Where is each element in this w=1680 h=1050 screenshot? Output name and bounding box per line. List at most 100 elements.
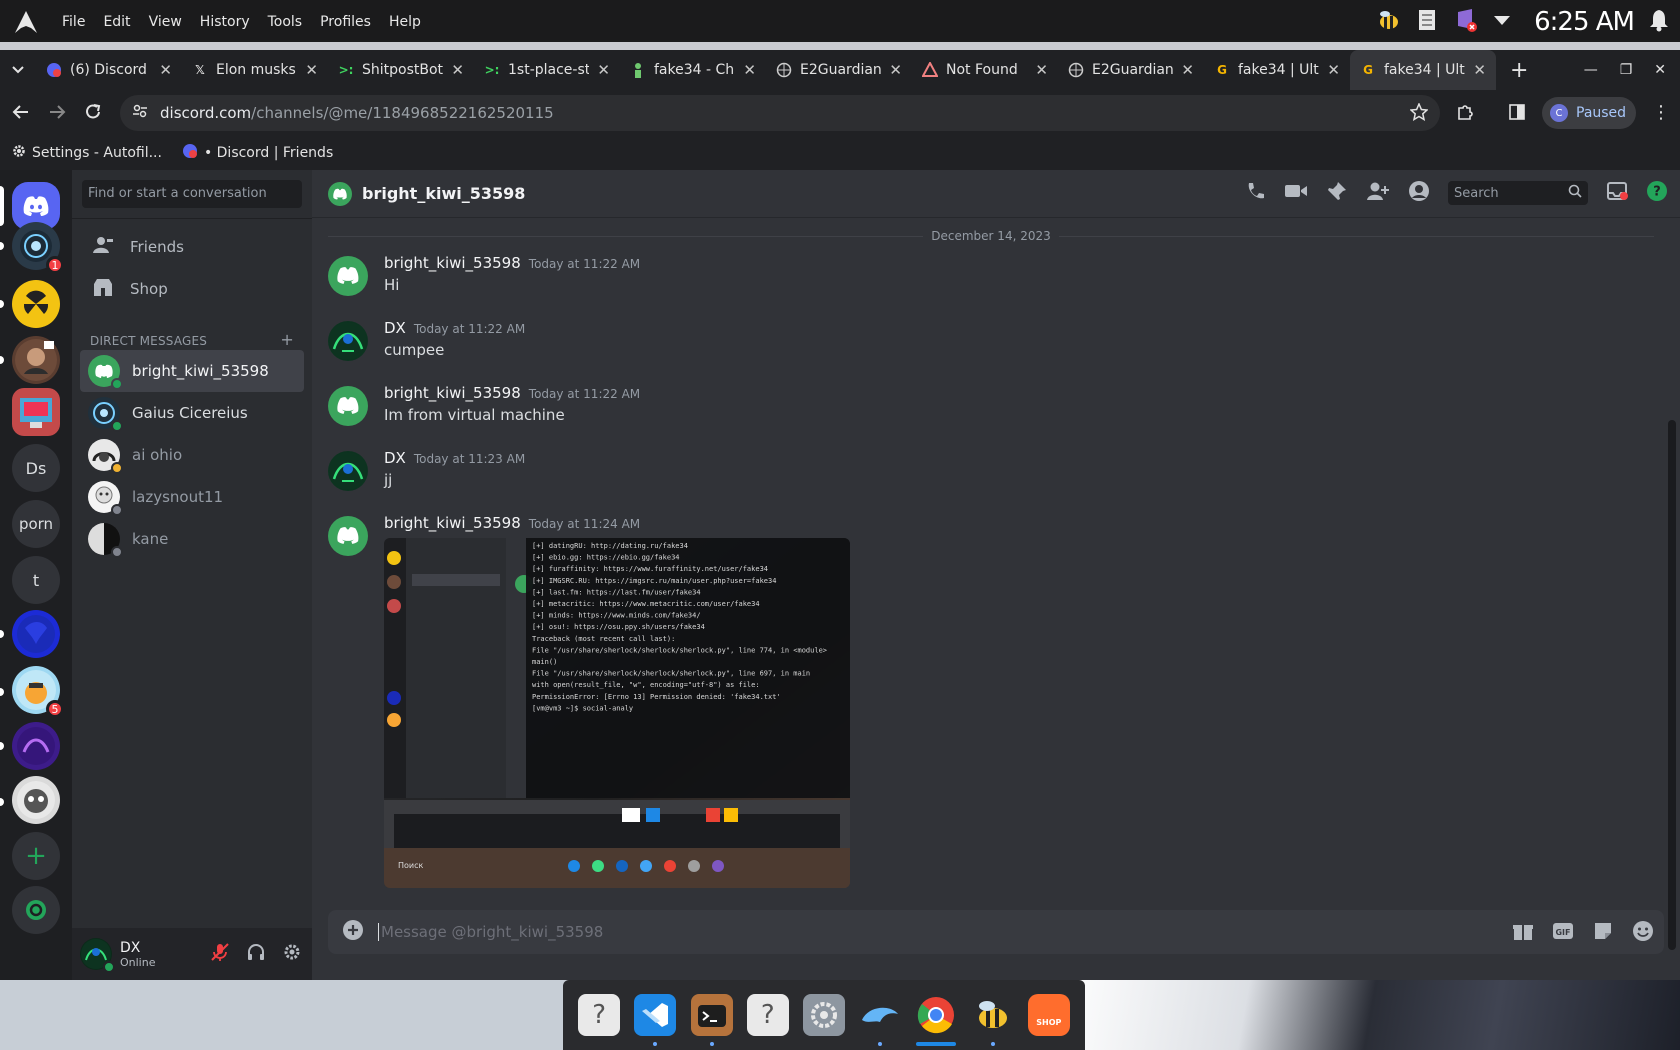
dm-search-input[interactable]: Find or start a conversation bbox=[82, 180, 302, 208]
author-avatar[interactable] bbox=[328, 516, 368, 556]
attach-plus-icon[interactable] bbox=[342, 919, 364, 945]
add-friend-icon[interactable] bbox=[1366, 180, 1390, 206]
server-blue-icon[interactable] bbox=[12, 610, 60, 658]
back-arrow-icon[interactable] bbox=[12, 103, 30, 125]
message-author[interactable]: DX bbox=[384, 319, 406, 337]
image-attachment[interactable]: [+] datingRU: http://dating.ru/fake34 [+]… bbox=[384, 538, 850, 888]
tab-not-found[interactable]: Not Found ✕ bbox=[912, 50, 1058, 90]
pin-icon[interactable] bbox=[1326, 180, 1348, 206]
close-icon[interactable]: ✕ bbox=[1035, 61, 1048, 79]
tab-shitpostbot[interactable]: >: ShitpostBot ✕ bbox=[328, 50, 474, 90]
tab-e2guardian-1[interactable]: E2Guardian ✕ bbox=[766, 50, 912, 90]
profile-chip[interactable]: C Paused bbox=[1542, 97, 1636, 129]
muted-mic-icon[interactable] bbox=[210, 942, 230, 966]
bookmark-discord-friends[interactable]: • Discord | Friends bbox=[182, 143, 333, 163]
shop-app-icon[interactable]: SHOP bbox=[1027, 994, 1070, 1036]
dm-item-kane[interactable]: kane bbox=[80, 518, 304, 560]
notification-bell-icon[interactable] bbox=[1648, 8, 1670, 36]
close-icon[interactable]: ✕ bbox=[1181, 61, 1194, 79]
vscode-icon[interactable] bbox=[634, 994, 677, 1046]
menu-history[interactable]: History bbox=[200, 14, 250, 30]
server-ds[interactable]: Ds bbox=[12, 444, 60, 492]
server-retro-icon[interactable] bbox=[12, 388, 60, 436]
bee-tray-icon[interactable] bbox=[1376, 7, 1402, 37]
tab-fake34-ch[interactable]: fake34 - Ch ✕ bbox=[620, 50, 766, 90]
author-avatar[interactable] bbox=[328, 256, 368, 296]
user-profile-icon[interactable] bbox=[1408, 180, 1430, 206]
message-author[interactable]: bright_kiwi_53598 bbox=[384, 514, 521, 532]
menu-edit[interactable]: Edit bbox=[103, 14, 130, 30]
close-icon[interactable]: ✕ bbox=[1473, 61, 1486, 79]
server-gaius-icon[interactable]: 1 bbox=[12, 222, 64, 274]
server-face-icon[interactable] bbox=[12, 336, 60, 384]
inbox-icon[interactable] bbox=[1606, 180, 1628, 206]
system-settings-icon[interactable] bbox=[802, 994, 845, 1036]
forward-arrow-icon[interactable] bbox=[48, 103, 66, 125]
emoji-icon[interactable] bbox=[1632, 920, 1654, 946]
sticker-icon[interactable] bbox=[1592, 920, 1614, 946]
menu-tools[interactable]: Tools bbox=[268, 14, 303, 30]
author-avatar[interactable] bbox=[328, 451, 368, 491]
menu-file[interactable]: File bbox=[62, 14, 85, 30]
close-icon[interactable]: ✕ bbox=[743, 61, 756, 79]
server-purple-icon[interactable] bbox=[12, 722, 60, 770]
voice-call-icon[interactable] bbox=[1244, 180, 1266, 206]
tab-discord[interactable]: (6) Discord | ✕ bbox=[36, 50, 182, 90]
browser-menu-icon[interactable]: ⋮ bbox=[1652, 102, 1670, 123]
restore-icon[interactable]: ❐ bbox=[1620, 62, 1633, 78]
menu-help[interactable]: Help bbox=[389, 14, 421, 30]
server-porn[interactable]: porn bbox=[12, 500, 60, 548]
unknown-app-icon[interactable]: ? bbox=[578, 994, 621, 1036]
close-icon[interactable]: ✕ bbox=[889, 61, 902, 79]
video-call-icon[interactable] bbox=[1284, 181, 1308, 205]
settings-gear-icon[interactable] bbox=[282, 942, 302, 966]
tab-e2guardian-2[interactable]: E2Guardian ✕ bbox=[1058, 50, 1204, 90]
chat-scrollbar[interactable] bbox=[1668, 420, 1676, 950]
shop-nav[interactable]: Shop bbox=[80, 268, 304, 310]
minimize-icon[interactable]: — bbox=[1584, 62, 1598, 78]
tab-fake34-ult-1[interactable]: G fake34 | Ult ✕ bbox=[1204, 50, 1350, 90]
menu-view[interactable]: View bbox=[149, 14, 182, 30]
dm-item-ai-ohio[interactable]: ai ohio bbox=[80, 434, 304, 476]
add-server-icon[interactable]: + bbox=[12, 832, 60, 880]
dm-item-gaius[interactable]: Gaius Cicereius bbox=[80, 392, 304, 434]
author-avatar[interactable] bbox=[328, 386, 368, 426]
message-author[interactable]: DX bbox=[384, 449, 406, 467]
message-input[interactable]: Message @bright_kiwi_53598 bbox=[378, 923, 603, 941]
close-icon[interactable]: ✕ bbox=[305, 61, 318, 79]
server-t[interactable]: t bbox=[12, 556, 60, 604]
menu-profiles[interactable]: Profiles bbox=[320, 14, 371, 30]
chrome-icon[interactable] bbox=[915, 994, 957, 1046]
gif-icon[interactable]: GIF bbox=[1552, 920, 1574, 946]
create-dm-plus-icon[interactable]: + bbox=[280, 332, 294, 348]
help-icon[interactable]: ? bbox=[1646, 180, 1668, 206]
clipboard-tray-icon[interactable] bbox=[1416, 7, 1440, 37]
vscode-muted-tray-icon[interactable] bbox=[1454, 7, 1478, 37]
user-avatar[interactable] bbox=[80, 938, 115, 973]
server-hazard-icon[interactable] bbox=[12, 280, 60, 328]
tab-list-chevron-icon[interactable] bbox=[0, 65, 36, 75]
friends-nav[interactable]: Friends bbox=[80, 226, 304, 268]
dm-item-lazysnout[interactable]: lazysnout11 bbox=[80, 476, 304, 518]
address-bar[interactable]: discord.com/channels/@me/118496852216252… bbox=[120, 95, 1440, 131]
server-character-icon[interactable]: 5 bbox=[12, 666, 64, 718]
reload-icon[interactable] bbox=[84, 103, 102, 125]
terminal-app-icon[interactable] bbox=[690, 994, 733, 1046]
dolphin-icon[interactable] bbox=[859, 994, 901, 1046]
extensions-puzzle-icon[interactable] bbox=[1456, 103, 1474, 125]
gift-icon[interactable] bbox=[1512, 920, 1534, 946]
unknown-app-icon-2[interactable]: ? bbox=[746, 994, 789, 1036]
new-tab-plus-icon[interactable]: + bbox=[1510, 58, 1528, 83]
header-search-input[interactable]: Search bbox=[1448, 181, 1588, 205]
message-author[interactable]: bright_kiwi_53598 bbox=[384, 384, 521, 402]
tab-x[interactable]: 𝕏 Elon musks ✕ bbox=[182, 50, 328, 90]
message-composer[interactable]: Message @bright_kiwi_53598 GIF bbox=[328, 910, 1664, 954]
close-window-icon[interactable]: ✕ bbox=[1654, 62, 1666, 78]
bookmark-settings[interactable]: Settings - Autofil... bbox=[12, 144, 162, 162]
close-icon[interactable]: ✕ bbox=[159, 61, 172, 79]
site-info-icon[interactable] bbox=[132, 103, 148, 123]
close-icon[interactable]: ✕ bbox=[597, 61, 610, 79]
dropdown-tray-icon[interactable] bbox=[1492, 10, 1512, 34]
arch-logo-icon[interactable] bbox=[12, 8, 40, 36]
server-panda-icon[interactable] bbox=[12, 776, 60, 824]
